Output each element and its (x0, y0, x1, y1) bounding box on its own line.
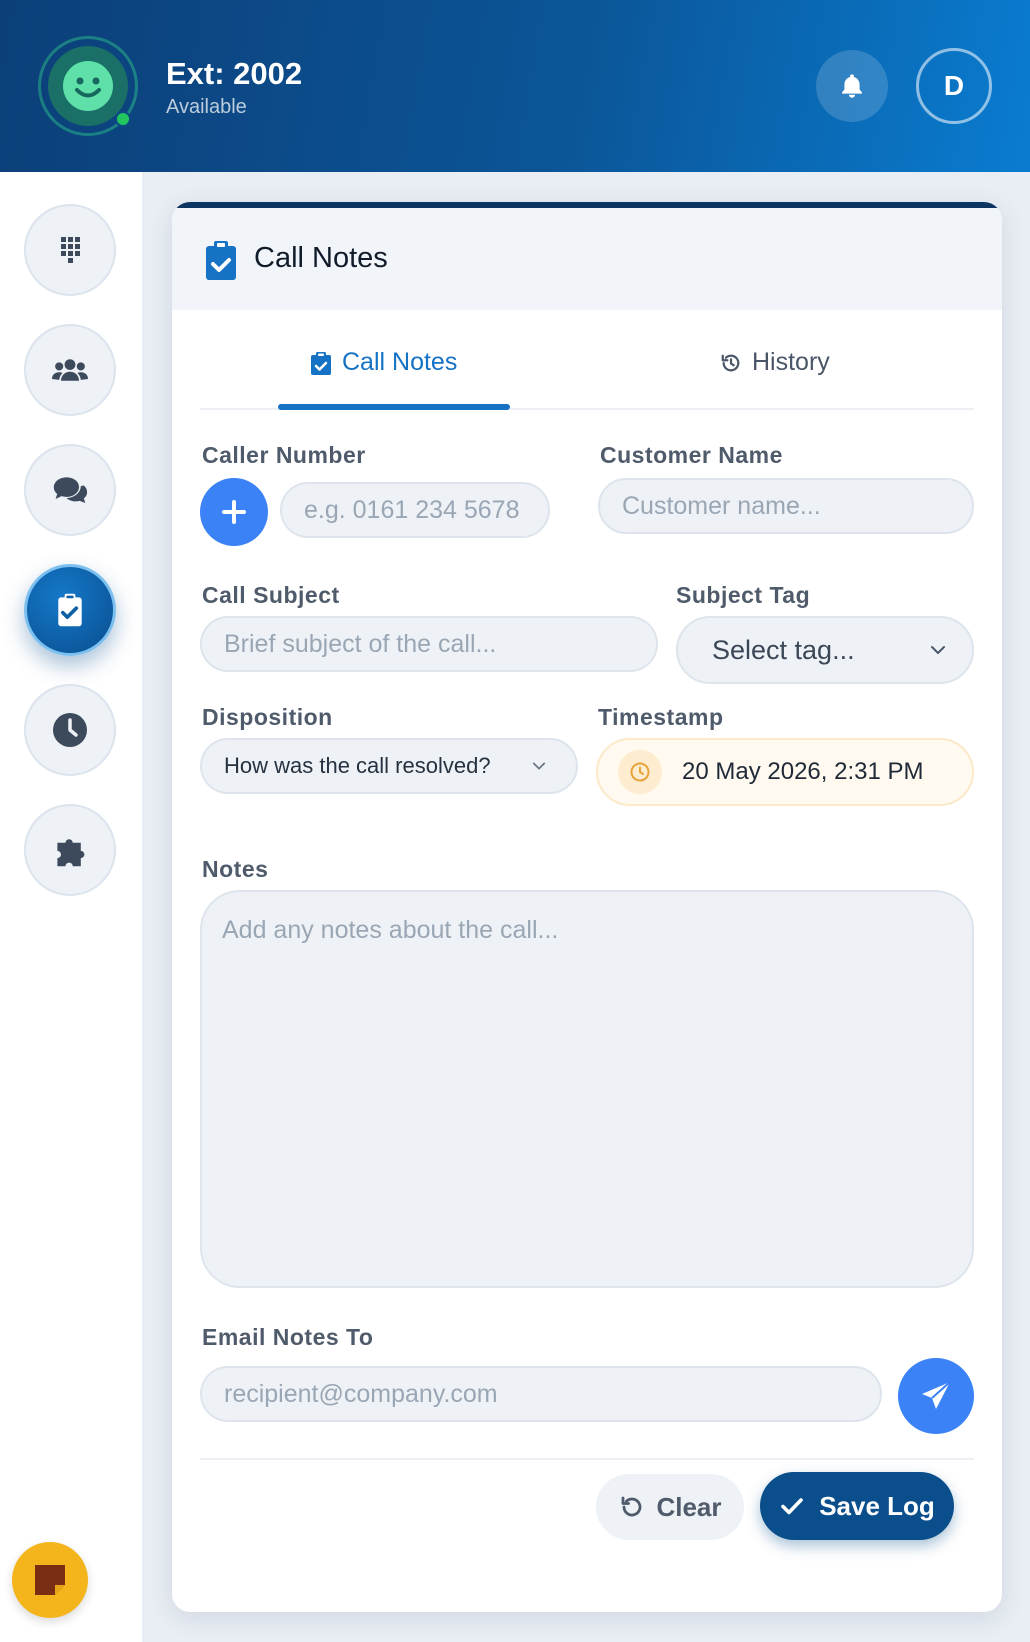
clock-icon (618, 750, 662, 794)
chevron-down-icon (532, 762, 546, 770)
clipboard-check-icon (206, 241, 236, 280)
clear-button[interactable]: Clear (596, 1474, 744, 1540)
notes-textarea[interactable]: Add any notes about the call... (200, 890, 974, 1288)
clear-button-label: Clear (656, 1491, 722, 1522)
send-email-button[interactable] (898, 1358, 974, 1434)
disposition-value: How was the call resolved? (224, 753, 491, 778)
caller-number-input[interactable]: e.g. 0161 234 5678 (280, 482, 550, 538)
subject-tag-value: Select tag... (712, 634, 855, 665)
sidebar-nav (0, 172, 142, 1642)
history-clock-icon (53, 713, 87, 747)
user-avatar[interactable]: D (916, 48, 992, 124)
sticky-note-button[interactable] (12, 1542, 88, 1618)
sticky-note-icon (35, 1565, 65, 1595)
email-notes-label: Email Notes To (202, 1324, 374, 1350)
notifications-button[interactable] (816, 50, 888, 122)
clipboard-check-icon (311, 351, 331, 375)
sidebar-item-history[interactable] (24, 684, 116, 776)
sidebar-item-call-notes[interactable] (24, 564, 116, 656)
caller-number-label: Caller Number (202, 442, 366, 468)
card-header: Call Notes (172, 208, 1002, 310)
call-subject-input[interactable]: Brief subject of the call... (200, 616, 658, 672)
tab-bar: Call Notes History (200, 310, 974, 410)
sidebar-item-integrations[interactable] (24, 804, 116, 896)
tab-history[interactable]: History (720, 348, 830, 377)
tab-label: History (752, 348, 830, 376)
online-status-dot (115, 111, 131, 127)
call-subject-label: Call Subject (202, 582, 340, 608)
sidebar-item-dialpad[interactable] (24, 204, 116, 296)
undo-icon (622, 1496, 642, 1517)
actions-divider (200, 1458, 974, 1460)
chat-icon (53, 477, 88, 504)
add-caller-button[interactable] (200, 478, 268, 546)
disposition-label: Disposition (202, 704, 333, 730)
call-notes-icon (58, 593, 82, 627)
page-title: Call Notes (254, 242, 388, 274)
timestamp-field: 20 May 2026, 2:31 PM (596, 738, 974, 806)
integrations-icon (57, 839, 85, 867)
paper-plane-icon (922, 1381, 951, 1409)
history-icon (721, 354, 740, 371)
dialpad-icon (61, 237, 80, 263)
chevron-down-icon (931, 646, 945, 654)
sidebar-item-contacts[interactable] (24, 324, 116, 416)
call-notes-card: Call Notes Call Notes History Caller Num… (172, 202, 1002, 1612)
customer-name-label: Customer Name (600, 442, 783, 468)
sidebar-item-chat[interactable] (24, 444, 116, 536)
bell-icon (842, 74, 862, 98)
check-icon (781, 1498, 804, 1515)
plus-icon (222, 500, 246, 524)
timestamp-value: 20 May 2026, 2:31 PM (682, 758, 924, 785)
tab-label: Call Notes (342, 348, 458, 376)
contacts-icon (52, 359, 88, 381)
active-tab-indicator (278, 404, 510, 410)
notes-label: Notes (202, 856, 269, 882)
email-recipient-input[interactable]: recipient@company.com (200, 1366, 882, 1422)
customer-name-input[interactable]: Customer name... (598, 478, 974, 534)
extension-number: Ext: 2002 (166, 56, 303, 91)
subject-tag-select[interactable]: Select tag... (676, 616, 974, 684)
disposition-select[interactable]: How was the call resolved? (200, 738, 578, 794)
tab-call-notes[interactable]: Call Notes (310, 348, 457, 377)
save-log-button[interactable]: Save Log (760, 1472, 954, 1540)
timestamp-label: Timestamp (598, 704, 724, 730)
app-header: Ext: 2002 Available D (0, 0, 1030, 172)
subject-tag-label: Subject Tag (676, 582, 811, 608)
agent-status-indicator[interactable] (38, 36, 138, 136)
save-button-label: Save Log (819, 1490, 935, 1521)
availability-status: Available (166, 96, 247, 118)
